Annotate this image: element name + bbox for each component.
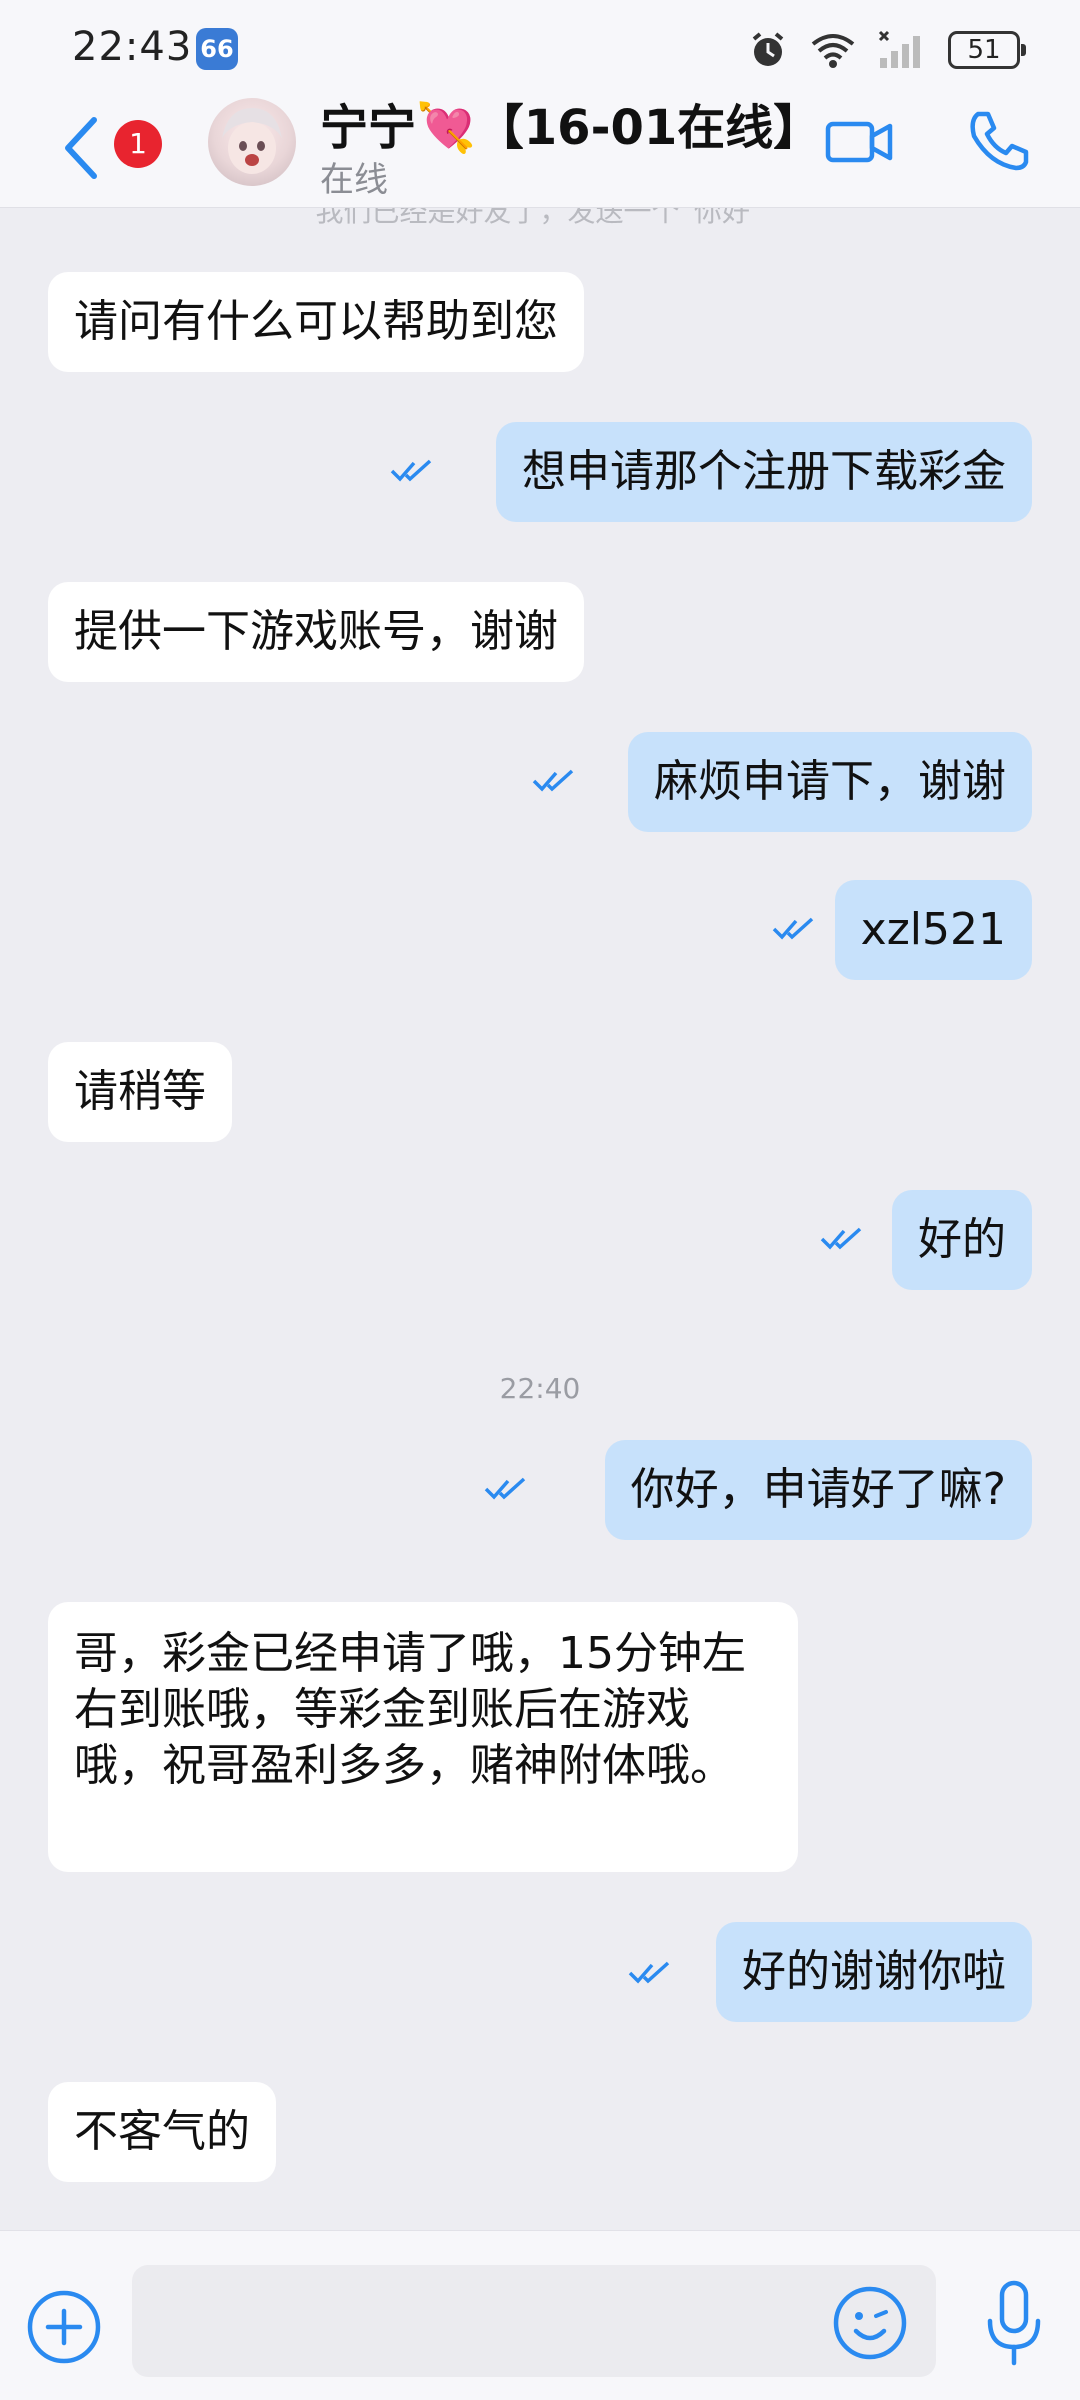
status-icons: 51 [748, 24, 1026, 76]
message-incoming[interactable]: 提供一下游戏账号，谢谢 [48, 582, 584, 682]
contact-name: 宁宁💘【16-01在线】 [320, 100, 822, 156]
double-check-icon [484, 1477, 526, 1500]
plus-icon[interactable] [24, 2287, 104, 2367]
signal-icon [878, 30, 920, 68]
phone-icon[interactable] [964, 106, 1032, 174]
double-check-icon [820, 1227, 862, 1250]
message-outgoing[interactable]: 你好，申请好了嘛? [604, 1440, 1032, 1540]
status-bar: 22:43 66 51 [0, 0, 1080, 100]
message-incoming[interactable]: 请稍等 [48, 1042, 232, 1142]
unread-count-badge: 1 [114, 120, 162, 168]
message-outgoing[interactable]: 麻烦申请下，谢谢 [628, 732, 1032, 832]
message-input[interactable] [132, 2265, 936, 2377]
message-outgoing[interactable]: xzl521 [834, 880, 1032, 980]
alarm-icon [752, 32, 784, 66]
double-check-icon [390, 459, 432, 482]
system-note: 我们已经是好友了，发送一个“你好” [315, 208, 765, 228]
app-notification-icon: 66 [196, 28, 238, 70]
message-outgoing[interactable]: 想申请那个注册下载彩金 [496, 422, 1032, 522]
contact-status: 在线 [320, 160, 388, 200]
video-call-icon[interactable] [824, 110, 896, 174]
wifi-icon [811, 34, 855, 68]
avatar-image [222, 108, 282, 174]
message-incoming[interactable]: 不客气的 [48, 2082, 276, 2182]
message-list[interactable]: 我们已经是好友了，发送一个“你好” 请问有什么可以帮助到您 想申请那个注册下载彩… [0, 208, 1080, 2230]
message-outgoing[interactable]: 好的谢谢你啦 [716, 1922, 1032, 2022]
message-outgoing[interactable]: 好的 [892, 1190, 1032, 1290]
double-check-icon [772, 917, 814, 940]
microphone-icon[interactable] [984, 2279, 1044, 2367]
message-timestamp: 22:40 [499, 1372, 581, 1405]
double-check-icon [532, 769, 574, 792]
battery-indicator: 51 [948, 31, 1026, 69]
message-incoming[interactable]: 哥，彩金已经申请了哦，15分钟左右到账哦，等彩金到账后在游戏哦，祝哥盈利多多，赌… [48, 1602, 798, 1872]
avatar[interactable] [208, 98, 296, 186]
back-arrow-icon[interactable] [52, 110, 112, 186]
double-check-icon [628, 1961, 670, 1984]
clock: 22:43 [72, 24, 193, 70]
chat-header: 1 宁宁💘【16-01在线】 在线 [0, 98, 1080, 208]
input-bar [0, 2230, 1080, 2400]
emoji-icon[interactable] [830, 2283, 910, 2363]
message-incoming[interactable]: 请问有什么可以帮助到您 [48, 272, 584, 372]
